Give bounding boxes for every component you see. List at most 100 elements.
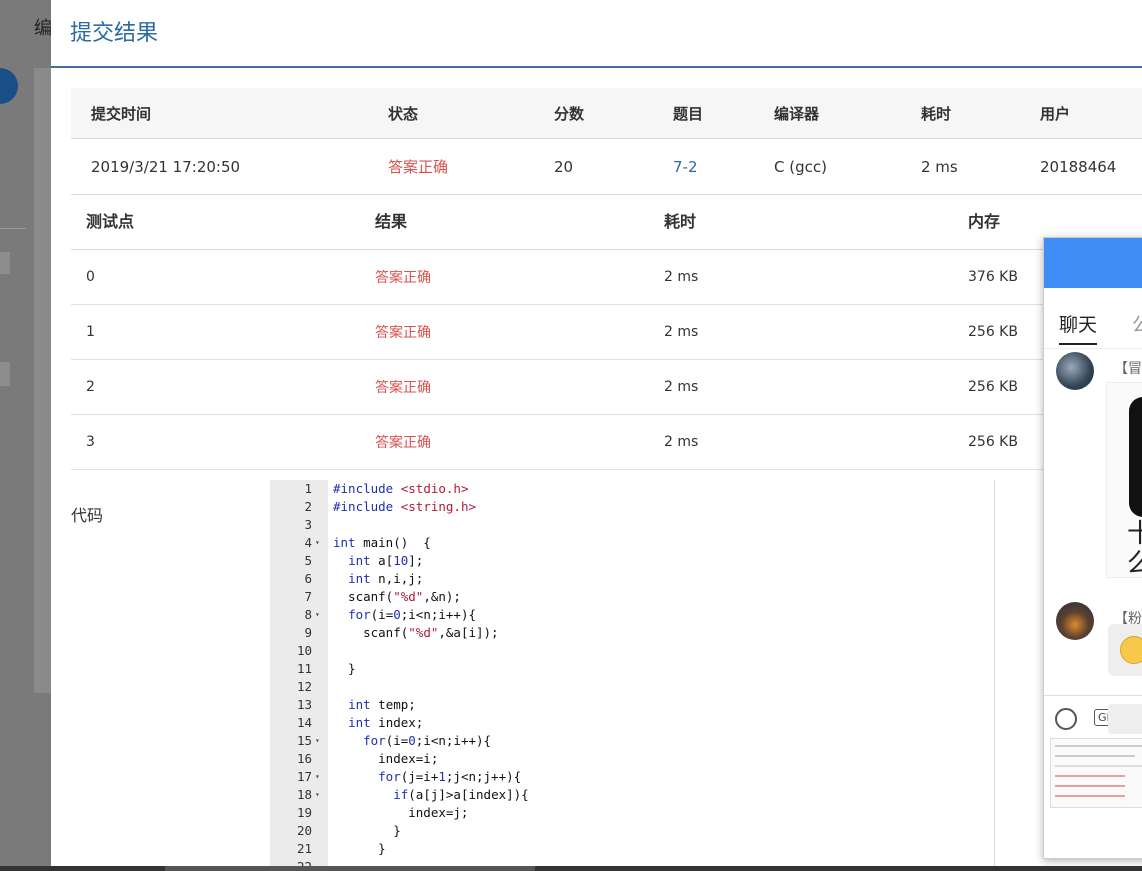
avatar[interactable] [1056,602,1094,640]
code-text: scanf("%d",&a[i]); [333,625,499,640]
chat-widget: 聊天 公 【冒 十 么 【粉 GIF [1043,237,1142,859]
code-line: 7 scanf("%d",&n); [270,588,990,606]
code-editor[interactable]: 1 #include <stdio.h> 2 #include <string.h> 3… [270,480,995,871]
header-user: 用户 [1039,88,1142,139]
submit-time: 2019/3/21 17:20:50 [71,138,387,195]
testcase-result: 答案正确 [360,359,649,415]
chat-tabs: 聊天 公 [1044,288,1142,349]
header-score: 分数 [553,88,663,139]
emoji-picker-icon[interactable] [1055,708,1077,730]
code-text: int temp; [348,697,416,712]
header-duration: 耗时 [920,88,1039,139]
line-number: 14 [296,715,312,730]
code-text: for(i=0;i<n;i++){ [348,607,477,622]
line-number: 19 [296,805,312,820]
code-line: 19 index=j; [270,804,990,822]
chat-header[interactable] [1044,238,1142,288]
code-label: 代码 [71,506,104,525]
fold-toggle-icon[interactable]: ▾ [315,768,320,786]
code-line: 2 #include <string.h> [270,498,990,516]
header-result: 结果 [360,190,649,250]
line-number: 2 [304,499,312,514]
code-line: 12 [270,678,990,696]
code-text: index=j; [333,805,469,820]
testcase-id: 3 [71,414,360,470]
code-text: index=i; [333,751,439,766]
line-number: 18 [296,787,312,802]
user-id: 20188464 [1039,138,1142,195]
code-line: 17 ▾ for(j=i+1;j<n;j++){ [270,768,990,786]
score: 20 [553,138,663,195]
code-text: } [333,841,386,856]
tab-chat[interactable]: 聊天 [1059,310,1098,345]
chat-toolbar: GIF [1044,695,1142,740]
code-line: 13 int temp; [270,696,990,714]
header-compiler: 编译器 [773,88,920,139]
avatar[interactable] [1056,352,1094,390]
line-number: 15 [296,733,312,748]
testcase-result: 答案正确 [360,414,649,470]
status-badge: 答案正确 [387,138,553,195]
background-row [0,362,10,386]
taskbar [0,866,1142,871]
chat-message-bubble [1108,624,1142,676]
line-number: 10 [296,643,312,658]
problem-link[interactable]: 7-2 [663,138,773,195]
taskbar-segment [165,866,535,871]
emoji-icon [1120,636,1142,664]
code-text: int a[10]; [348,553,424,568]
testcase-time: 2 ms [649,249,938,305]
fold-toggle-icon[interactable]: ▾ [315,732,320,750]
image-upload-button[interactable] [1108,704,1142,734]
modal-header: 提交结果 [51,0,1142,68]
code-text: for(j=i+1;j<n;j++){ [378,769,522,784]
line-number: 6 [304,571,312,586]
code-line: 16 index=i; [270,750,990,768]
line-number: 17 [296,769,312,784]
line-number: 20 [296,823,312,838]
fold-toggle-icon[interactable]: ▾ [315,534,320,552]
code-text: } [333,823,401,838]
testcase-header-row: 测试点 结果 耗时 内存 [71,190,1142,250]
line-number: 16 [296,751,312,766]
header-testcase: 测试点 [71,190,360,250]
testcase-time: 2 ms [649,304,938,360]
tab-second[interactable]: 公 [1132,310,1142,337]
code-text: #include <stdio.h> [333,481,469,496]
line-number: 3 [304,517,312,532]
modal-title: 提交结果 [70,21,159,46]
testcase-id: 2 [71,359,360,415]
code-line: 10 [270,642,990,660]
chat-image-message[interactable]: 十 么 [1106,382,1142,580]
fold-toggle-icon[interactable]: ▾ [315,606,320,624]
code-text: if(a[j]>a[index]){ [393,787,529,802]
table-row: 2 答案正确 2 ms 256 KB [71,359,1142,415]
submission-header-row: 提交时间 状态 分数 题目 编译器 耗时 用户 [71,88,1142,139]
testcase-id: 1 [71,304,360,360]
line-number: 4 [304,535,312,550]
code-line: 4 ▾ int main() { [270,534,990,552]
header-submit-time: 提交时间 [71,88,387,139]
code-line: 21 } [270,840,990,858]
code-line: 14 int index; [270,714,990,732]
duration: 2 ms [920,138,1039,195]
background-divider [0,228,26,229]
code-text: for(i=0;i<n;i++){ [363,733,492,748]
screenshot-thumbnail[interactable] [1050,738,1142,808]
line-number: 5 [304,553,312,568]
code-text: } [333,661,356,676]
table-row: 1 答案正确 2 ms 256 KB [71,304,1142,360]
code-text: int n,i,j; [348,571,424,586]
fold-toggle-icon[interactable]: ▾ [315,786,320,804]
testcase-time: 2 ms [649,359,938,415]
testcase-time: 2 ms [649,414,938,470]
image-text: 么 [1127,543,1142,580]
line-number: 11 [296,661,312,676]
table-row: 0 答案正确 2 ms 376 KB [71,249,1142,305]
testcase-id: 0 [71,249,360,305]
background-avatar [0,68,18,104]
code-line: 15 ▾ for(i=0;i<n;i++){ [270,732,990,750]
background-row [0,252,10,274]
code-line: 1 #include <stdio.h> [270,480,990,498]
submission-table: 提交时间 状态 分数 题目 编译器 耗时 用户 2019/3/21 17:20:… [71,88,1142,195]
